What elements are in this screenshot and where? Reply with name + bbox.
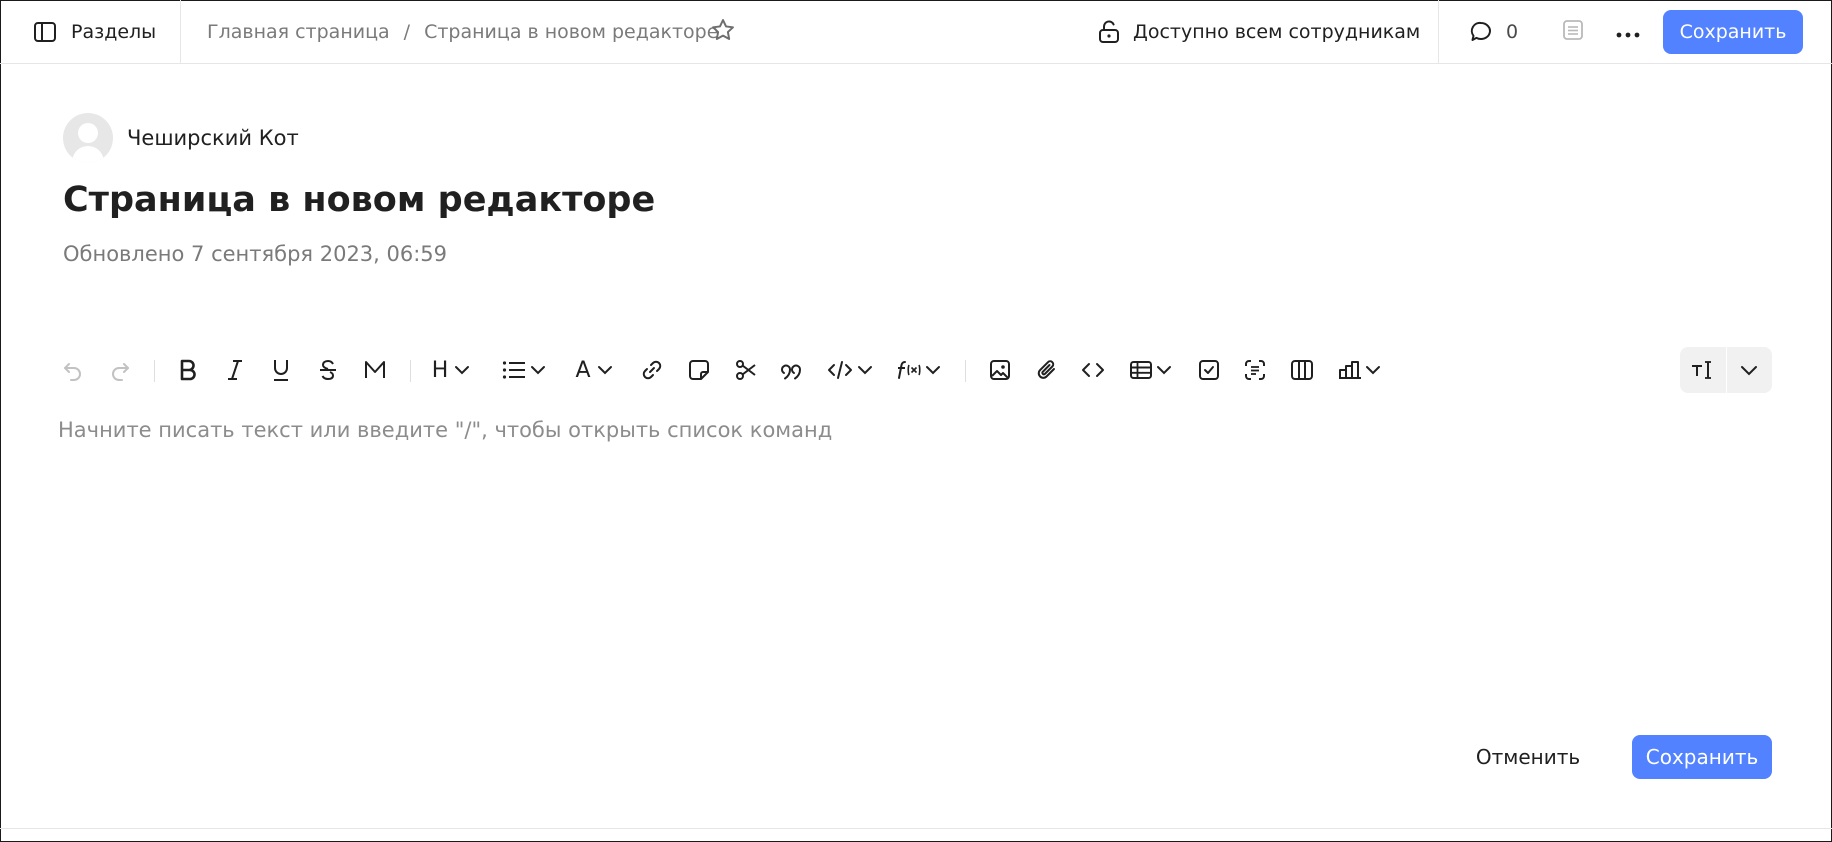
code-icon	[828, 361, 852, 379]
breadcrumb-current[interactable]: Страница в новом редакторе	[424, 21, 718, 43]
author-name[interactable]: Чеширский Кот	[127, 126, 299, 150]
chevron-down-icon	[455, 366, 470, 375]
unlock-icon	[1097, 20, 1121, 44]
page-title: Страница в новом редакторе	[63, 180, 656, 220]
quote-button[interactable]	[774, 347, 810, 393]
toc-icon	[1562, 19, 1584, 45]
formula-icon	[897, 361, 921, 379]
editor-toolbar: H A	[55, 347, 1475, 393]
sections-label: Разделы	[71, 20, 157, 43]
cut-button[interactable]	[728, 347, 764, 393]
cut-icon	[736, 360, 756, 380]
mark-icon	[365, 361, 385, 378]
redo-icon	[112, 363, 129, 381]
save-button-header[interactable]: Сохранить	[1663, 10, 1803, 54]
link-icon	[642, 360, 662, 380]
access-label: Доступно всем сотрудникам	[1133, 20, 1421, 43]
formula-dropdown[interactable]	[891, 347, 945, 393]
favorite-button[interactable]	[709, 18, 737, 46]
quote-icon	[781, 364, 802, 380]
sections-button[interactable]: Разделы	[1, 0, 181, 63]
strikethrough-button[interactable]	[310, 347, 346, 393]
list-icon	[502, 361, 525, 379]
italic-icon	[228, 360, 242, 380]
sidebar-icon	[33, 20, 57, 44]
undo-button[interactable]	[55, 347, 91, 393]
attachment-icon	[1037, 360, 1055, 379]
underline-icon	[274, 360, 288, 381]
note-icon	[689, 360, 709, 380]
columns-icon	[1291, 360, 1313, 380]
undo-icon	[64, 363, 81, 381]
text-format-icon	[1691, 361, 1711, 379]
more-button[interactable]	[1613, 19, 1643, 45]
breadcrumb-home[interactable]: Главная страница	[207, 21, 390, 43]
image-icon	[990, 360, 1010, 380]
chevron-down-icon	[1365, 366, 1380, 375]
header-divider	[1438, 0, 1439, 63]
access-button[interactable]: Доступно всем сотрудникам	[1097, 0, 1420, 63]
updated-timestamp: Обновлено 7 сентября 2023, 06:59	[63, 242, 448, 266]
attachment-button[interactable]	[1029, 347, 1065, 393]
save-button[interactable]: Сохранить	[1632, 735, 1772, 779]
breadcrumb: Главная страница / Страница в новом реда…	[207, 0, 718, 63]
chevron-down-icon	[531, 366, 545, 375]
checkbox-button[interactable]	[1191, 347, 1227, 393]
avatar[interactable]	[63, 113, 113, 163]
breadcrumb-separator: /	[403, 20, 411, 43]
code-block-icon	[1082, 363, 1104, 377]
code-dropdown[interactable]	[823, 347, 877, 393]
columns-button[interactable]	[1284, 347, 1320, 393]
table-of-contents-button[interactable]	[1560, 19, 1586, 45]
top-bar: Разделы Главная страница / Страница в но…	[0, 0, 1832, 64]
chevron-down-icon	[1156, 366, 1171, 375]
heading-dropdown[interactable]: H	[427, 347, 475, 393]
chart-icon	[1338, 361, 1361, 379]
chevron-down-icon	[925, 366, 940, 375]
user-silhouette-icon	[72, 123, 104, 163]
chevron-down-icon	[1741, 366, 1758, 376]
yfm-block-button[interactable]	[1237, 347, 1273, 393]
toolbar-separator	[154, 360, 155, 382]
author: Чеширский Кот	[63, 113, 299, 163]
text-format-group	[1680, 347, 1772, 393]
chart-dropdown[interactable]	[1334, 347, 1384, 393]
code-block-button[interactable]	[1075, 347, 1111, 393]
heading-label: H	[431, 357, 449, 383]
star-icon	[710, 17, 736, 47]
bold-button[interactable]	[170, 347, 206, 393]
toolbar-separator	[965, 360, 966, 382]
text-color-label: A	[575, 357, 591, 383]
chevron-down-icon	[858, 366, 872, 375]
text-color-dropdown[interactable]: A	[570, 347, 618, 393]
strikethrough-icon	[320, 359, 336, 381]
bold-icon	[180, 359, 196, 381]
comments-count: 0	[1506, 20, 1519, 43]
toolbar-separator	[410, 360, 411, 382]
redo-button[interactable]	[102, 347, 138, 393]
editor-mode-dropdown[interactable]	[1726, 347, 1772, 393]
comment-icon	[1468, 19, 1494, 45]
underline-button[interactable]	[263, 347, 299, 393]
cancel-button[interactable]: Отменить	[1460, 735, 1596, 779]
bottom-divider	[0, 828, 1832, 829]
italic-button[interactable]	[217, 347, 253, 393]
note-button[interactable]	[681, 347, 717, 393]
more-dots-icon	[1616, 23, 1640, 42]
link-button[interactable]	[634, 347, 670, 393]
yfm-block-icon	[1245, 360, 1265, 380]
image-button[interactable]	[982, 347, 1018, 393]
editor-input[interactable]: Начните писать текст или введите "/", чт…	[58, 418, 1758, 454]
chevron-down-icon	[597, 366, 612, 375]
comments-button[interactable]: 0	[1468, 0, 1518, 63]
table-icon	[1129, 361, 1152, 379]
list-dropdown[interactable]	[500, 347, 548, 393]
mark-button[interactable]	[357, 347, 393, 393]
checkbox-icon	[1199, 360, 1219, 380]
table-dropdown[interactable]	[1125, 347, 1175, 393]
text-format-button[interactable]	[1680, 347, 1726, 393]
